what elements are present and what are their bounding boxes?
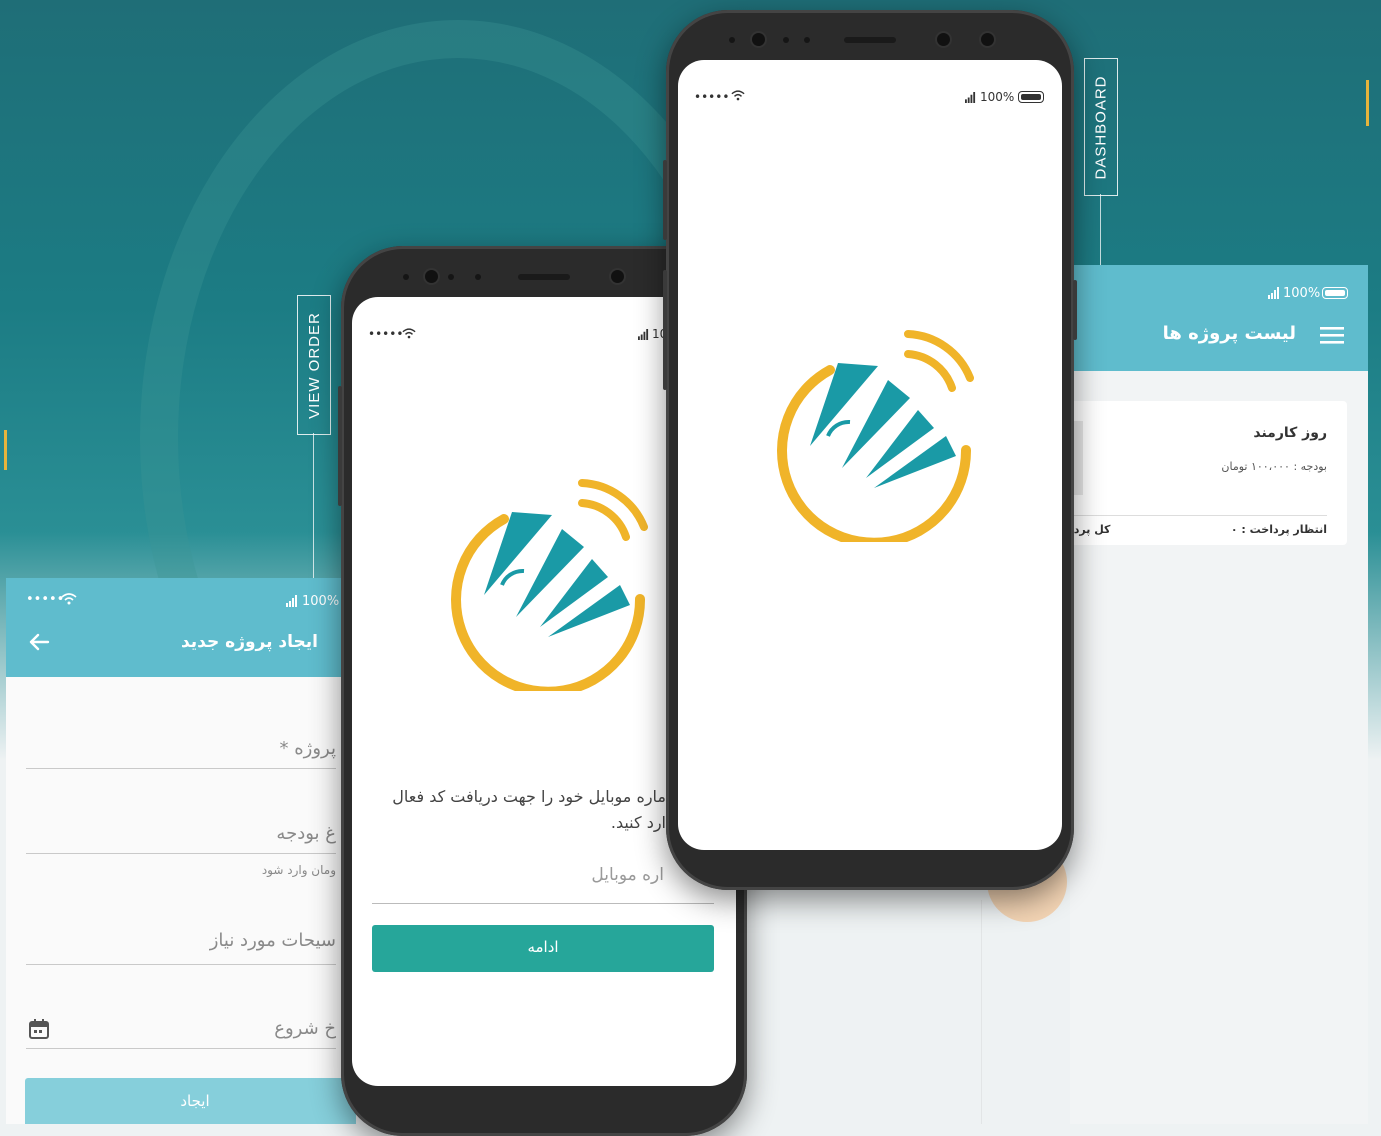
status-dots: ••••• [368,327,404,341]
status-battery-percent: 100% [302,594,340,609]
budget-hint: ومان وارد شود [261,863,336,877]
dashboard-appbar: 100% لیست پروژه ها [1070,265,1368,371]
create-button[interactable]: ایجاد [25,1078,356,1124]
front-camera [750,31,767,48]
start-date-field[interactable]: خ شروع [26,1018,336,1049]
earpiece [844,37,896,43]
card-divider [1070,515,1327,516]
budget-placeholder: غ بودجه [276,823,336,844]
pending-payment: انتظار پرداخت : ۰ [1230,523,1327,536]
signal-icon [286,595,297,607]
earpiece [518,274,570,280]
view-order-label: VIEW ORDER [297,295,331,435]
right-accent-bar [1366,80,1369,126]
budget-field[interactable]: غ بودجه [26,823,336,854]
status-battery-percent: 100% [980,90,1015,104]
sensor-2 [979,31,996,48]
front-camera [423,268,440,285]
description-placeholder: سیحات مورد نیاز [209,930,336,951]
signal-icon [638,329,649,340]
battery-icon [1018,91,1044,103]
continue-button[interactable]: ادامه [372,925,714,972]
status-dots: ••••• [694,90,730,104]
panel-divider [981,900,982,1124]
app-logo-icon [777,330,974,542]
project-card[interactable]: روز کارمند بودجه : ۱۰۰،۰۰۰ تومان انتظار … [1070,401,1347,545]
battery-icon [1322,287,1348,299]
splash-phone: ••••• 100% [663,10,1077,890]
description-field[interactable]: سیحات مورد نیاز [26,930,336,965]
dashboard-connector [1100,194,1101,266]
dashboard-label: DASHBOARD [1084,58,1118,196]
project-name: روز کارمند [1253,425,1327,441]
instruction-line-1: ماره موبایل خود را جهت دریافت کد فعال [392,787,666,806]
create-project-screen: ••••• 100% ایجاد پروژه جدید پروژه * غ بو… [6,578,356,1124]
start-date-placeholder: خ شروع [274,1018,336,1039]
status-dots: ••••• [26,592,65,607]
project-name-field[interactable]: پروژه * [26,738,336,769]
menu-icon[interactable] [1320,326,1344,344]
app-logo-icon [451,479,648,691]
signal-icon [965,92,976,103]
create-appbar: ••••• 100% ایجاد پروژه جدید [6,578,356,677]
wifi-icon [402,328,416,339]
total-payment: کل پردا [1070,523,1111,536]
wifi-icon [61,593,77,605]
view-order-connector [313,433,314,578]
page-title: لیست پروژه ها [1162,323,1296,344]
calendar-icon[interactable] [28,1018,50,1040]
back-arrow-icon[interactable] [28,632,50,652]
left-accent-bar [4,430,7,470]
signal-icon [1268,287,1279,299]
instruction-line-2: ارد کنید. [610,813,666,832]
wifi-icon [731,90,745,101]
splash-screen: ••••• 100% [678,60,1062,850]
project-budget: بودجه : ۱۰۰،۰۰۰ تومان [1221,460,1327,473]
mobile-number-field[interactable]: اره موبایل [372,863,714,904]
status-battery-percent: 100% [1283,286,1321,301]
project-name-placeholder: پروژه * [279,738,336,759]
dashboard-screen: 100% لیست پروژه ها روز کارمند بودجه : ۱۰… [1070,265,1368,1124]
sensor [609,268,626,285]
sensor [935,31,952,48]
mobile-number-placeholder: اره موبایل [591,865,664,885]
page-title: ایجاد پروژه جدید [180,632,318,652]
